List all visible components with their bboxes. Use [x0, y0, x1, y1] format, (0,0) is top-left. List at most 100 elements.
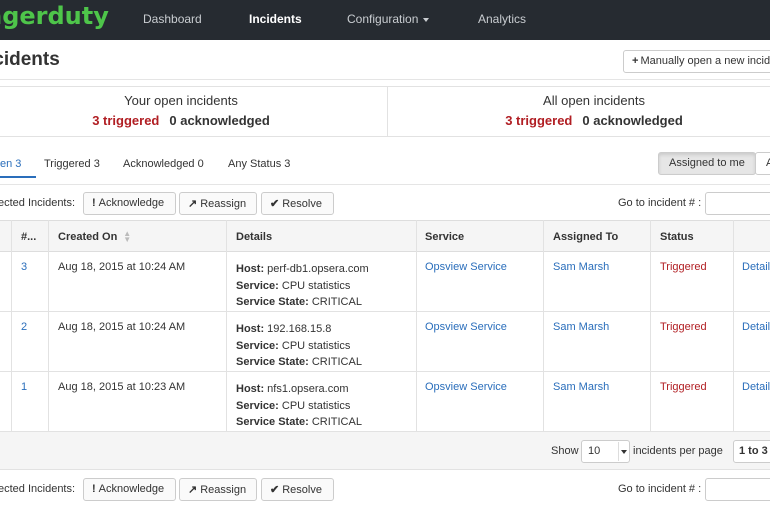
tab-acknowledged[interactable]: Acknowledged 0 [123, 158, 204, 170]
details-link[interactable]: Details [742, 261, 770, 273]
created-on: Aug 18, 2015 at 10:24 AM [58, 261, 186, 273]
incident-details: Host: 192.168.15.8 Service: CPU statisti… [236, 321, 362, 371]
service-link[interactable]: Opsview Service [425, 321, 507, 333]
table-row[interactable]: 1 Aug 18, 2015 at 10:23 AM Host: nfs1.op… [0, 372, 770, 432]
per-page-value: 10 [588, 445, 601, 457]
column-separator [650, 220, 651, 432]
acknowledge-label: Acknowledge [98, 483, 165, 495]
your-open-title: Your open incidents [124, 93, 238, 108]
manually-open-incident-button[interactable]: + Manually open a new incid [623, 50, 770, 73]
summary-divider [387, 87, 388, 136]
service-link[interactable]: Opsview Service [425, 381, 507, 393]
open-button-label: Manually open a new incid [640, 55, 770, 67]
column-separator [543, 220, 544, 432]
column-separator [48, 220, 49, 432]
host-value: nfs1.opsera.com [267, 383, 349, 395]
tab-open[interactable]: en 3 [0, 158, 21, 170]
header-created-on[interactable]: Created On ▲ ▼ [58, 229, 132, 245]
acknowledge-button[interactable]: ! Acknowledge [83, 478, 176, 501]
tab-any-status[interactable]: Any Status 3 [228, 158, 290, 170]
header-status: Status [660, 231, 694, 243]
incident-number[interactable]: 1 [21, 381, 27, 393]
nav-incidents[interactable]: Incidents [249, 12, 302, 26]
service-value: CPU statistics [281, 399, 351, 412]
check-icon: ✔ [270, 484, 280, 496]
column-separator [733, 220, 734, 432]
per-page-select[interactable]: 10 [581, 440, 630, 463]
selected-incidents-label: ected Incidents: [0, 483, 76, 495]
header-service: Service [425, 231, 465, 243]
all-triggered-count[interactable]: 3 triggered [505, 113, 572, 128]
page-title: icidents [0, 49, 60, 70]
details-link[interactable]: Details [742, 321, 770, 333]
all-open-title: All open incidents [543, 93, 645, 108]
sort-icon: ▲ ▼ [123, 229, 132, 245]
plus-icon: + [632, 55, 639, 67]
goto-incident-input[interactable] [705, 478, 770, 501]
nav-analytics[interactable]: Analytics [478, 12, 526, 26]
show-label: Show [551, 445, 579, 457]
service-link[interactable]: Opsview Service [425, 261, 507, 273]
your-acknowledged-count[interactable]: 0 acknowledged [169, 113, 269, 128]
active-tab-indicator [0, 176, 36, 178]
service-key: Service: [236, 279, 279, 292]
logo[interactable]: agerduty [0, 2, 109, 30]
host-value: perf-db1.opsera.com [267, 263, 369, 275]
header-number[interactable]: #... [21, 231, 36, 243]
divider [0, 79, 770, 80]
table-row[interactable]: 3 Aug 18, 2015 at 10:24 AM Host: perf-db… [0, 252, 770, 312]
nav-configuration-label: Configuration [347, 12, 419, 26]
all-acknowledged-count[interactable]: 0 acknowledged [582, 113, 682, 128]
column-separator [226, 220, 227, 432]
selected-incidents-label: ected Incidents: [0, 197, 76, 209]
service-key: Service: [236, 399, 279, 412]
table-header: #... Created On ▲ ▼ Details Service Assign… [0, 220, 770, 252]
goto-incident-label: Go to incident # : [618, 197, 702, 209]
exclamation-icon: ! [92, 483, 96, 495]
header-assigned-to: Assigned To [553, 231, 619, 243]
service-value: CPU statistics [281, 339, 351, 352]
column-separator [416, 220, 417, 432]
table-row[interactable]: 2 Aug 18, 2015 at 10:24 AM Host: 192.168… [0, 312, 770, 372]
reassign-label: Reassign [200, 198, 247, 210]
details-link[interactable]: Details [742, 381, 770, 393]
incident-details: Host: perf-db1.opsera.com Service: CPU s… [236, 261, 369, 311]
goto-incident-input[interactable] [705, 192, 770, 215]
column-separator [11, 220, 12, 432]
nav-configuration[interactable]: Configuration [347, 12, 430, 26]
tab-triggered[interactable]: Triggered 3 [44, 158, 100, 170]
assignee-link[interactable]: Sam Marsh [553, 261, 609, 273]
reassign-button[interactable]: ↗ Reassign [179, 192, 257, 215]
assignee-link[interactable]: Sam Marsh [553, 321, 609, 333]
host-key: Host: [236, 323, 265, 335]
host-key: Host: [236, 383, 265, 395]
per-page-label: incidents per page [633, 445, 723, 457]
reassign-button[interactable]: ↗ Reassign [179, 478, 257, 501]
incident-number[interactable]: 2 [21, 321, 27, 333]
all-assignees-toggle[interactable]: A [755, 152, 770, 175]
your-triggered-count[interactable]: 3 triggered [92, 113, 159, 128]
header-created-label: Created On [58, 231, 118, 243]
your-open-incidents: Your open incidents 3 triggered 0 acknowl… [91, 93, 271, 128]
acknowledge-button[interactable]: ! Acknowledge [83, 192, 176, 215]
divider [0, 184, 770, 185]
assigned-to-me-toggle[interactable]: Assigned to me [658, 152, 756, 175]
incident-details: Host: nfs1.opsera.com Service: CPU stati… [236, 381, 362, 431]
assignee-link[interactable]: Sam Marsh [553, 381, 609, 393]
chevron-down-icon [423, 17, 430, 22]
exclamation-icon: ! [92, 197, 96, 209]
state-key: Service State: [236, 416, 309, 428]
state-key: Service State: [236, 296, 309, 308]
resolve-button[interactable]: ✔ Resolve [261, 192, 334, 215]
pagination-range[interactable]: 1 to 3 of [733, 440, 770, 463]
nav-dashboard[interactable]: Dashboard [143, 12, 202, 26]
service-key: Service: [236, 339, 279, 352]
resolve-label: Resolve [282, 198, 322, 210]
status-badge: Triggered [660, 261, 707, 273]
incident-number[interactable]: 3 [21, 261, 27, 273]
top-nav-bar: agerduty Dashboard Incidents Configurati… [0, 0, 770, 40]
header-details: Details [236, 231, 273, 243]
status-badge: Triggered [660, 321, 707, 333]
resolve-button[interactable]: ✔ Resolve [261, 478, 334, 501]
host-value: 192.168.15.8 [267, 323, 332, 335]
